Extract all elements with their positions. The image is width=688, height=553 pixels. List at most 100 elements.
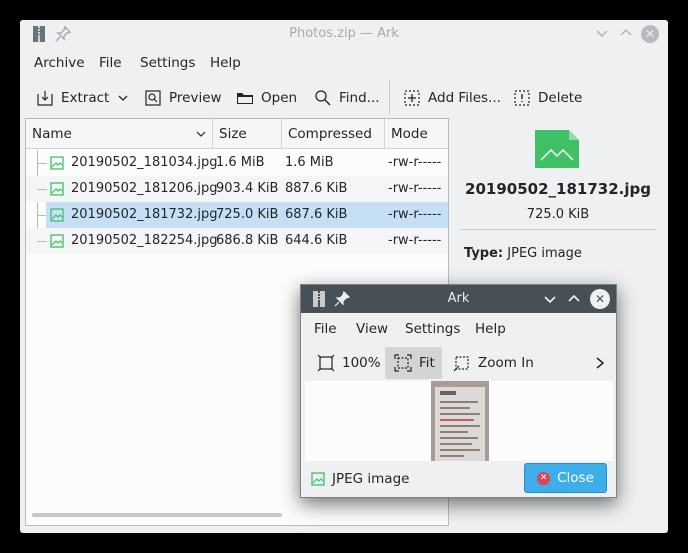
toolbar-overflow-button[interactable]	[594, 347, 613, 379]
main-titlebar[interactable]: Photos.zip — Ark ✕	[20, 20, 668, 48]
main-toolbar: Extract Preview Open Find... Add Files..…	[20, 80, 668, 116]
dialog-menu-settings[interactable]: Settings	[405, 321, 460, 337]
file-name: 20190502_182254.jpg	[71, 233, 218, 248]
extract-button[interactable]: Extract	[36, 86, 109, 110]
file-compressed: 687.6 KiB	[285, 207, 348, 222]
info-type: Type: JPEG image	[464, 246, 582, 261]
tree-branch	[37, 189, 47, 190]
dialog-titlebar[interactable]: Ark ✕	[301, 285, 616, 313]
file-size: 686.8 KiB	[216, 233, 279, 248]
open-button[interactable]: Open	[236, 86, 297, 110]
extract-label: Extract	[61, 90, 110, 106]
table-row-selected[interactable]: 20190502_181732.jpg 725.0 KiB 687.6 KiB …	[46, 202, 448, 228]
fit-button[interactable]: Fit	[385, 347, 442, 379]
chevron-right-icon	[596, 357, 605, 369]
file-name: 20190502_181206.jpg	[71, 181, 218, 196]
sort-chevron-icon	[196, 131, 206, 137]
close-button[interactable]: ✕ Close	[524, 463, 607, 493]
info-type-value: JPEG image	[507, 246, 582, 261]
toolbar-separator	[389, 80, 390, 114]
image-file-icon	[50, 208, 64, 222]
file-name: 20190502_181732.jpg	[71, 207, 218, 222]
image-preview-area[interactable]	[305, 381, 613, 461]
zoom-in-button[interactable]: Zoom In	[453, 347, 534, 379]
file-list-header: Name Size Compressed Mode	[26, 119, 448, 149]
photo-detail	[440, 443, 472, 445]
photo-detail	[440, 425, 480, 427]
image-file-icon	[535, 130, 579, 168]
menu-file[interactable]: File	[99, 55, 122, 71]
tree-branch	[37, 163, 47, 164]
preview-label: Preview	[169, 90, 222, 106]
dialog-footer: JPEG image ✕ Close	[301, 463, 616, 499]
zoom-original-icon	[317, 354, 335, 372]
preview-button[interactable]: Preview	[144, 86, 222, 110]
menu-archive[interactable]: Archive	[34, 55, 85, 71]
document-photo	[435, 387, 485, 461]
menu-help[interactable]: Help	[210, 55, 241, 71]
window-title: Photos.zip — Ark	[289, 26, 399, 41]
chevron-down-icon	[118, 95, 128, 101]
add-files-button[interactable]: Add Files...	[403, 86, 501, 110]
delete-label: Delete	[538, 90, 583, 106]
search-icon	[315, 90, 331, 106]
delete-button[interactable]: Delete	[513, 86, 582, 110]
column-header-name[interactable]: Name	[26, 119, 213, 149]
folder-open-icon	[237, 93, 253, 104]
info-file-name: 20190502_181732.jpg	[465, 180, 651, 198]
info-file-size: 725.0 KiB	[526, 207, 590, 222]
file-name: 20190502_181034.jpg	[71, 155, 218, 170]
table-row[interactable]: 20190502_182254.jpg 686.8 KiB 644.6 KiB …	[26, 228, 448, 254]
table-row[interactable]: 20190502_181034.jpg 1.6 MiB 1.6 MiB -rw-…	[26, 150, 448, 176]
image-file-icon	[50, 234, 64, 248]
file-size: 1.6 MiB	[216, 155, 265, 170]
file-mode: -rw-r-----	[388, 207, 442, 222]
image-file-icon	[311, 472, 325, 486]
info-divider	[460, 229, 656, 230]
open-label: Open	[261, 90, 298, 106]
file-compressed: 644.6 KiB	[285, 233, 348, 248]
dialog-menu-help[interactable]: Help	[475, 321, 506, 337]
horizontal-scrollbar[interactable]	[32, 513, 282, 517]
extract-dropdown-button[interactable]	[117, 86, 136, 110]
tree-branch	[37, 215, 46, 216]
photo-detail	[440, 401, 478, 403]
zoom-100-button[interactable]: 100%	[317, 347, 381, 379]
file-size: 725.0 KiB	[216, 207, 279, 222]
image-file-icon	[50, 156, 64, 170]
close-window-icon[interactable]: ✕	[641, 25, 659, 43]
column-header-size[interactable]: Size	[213, 119, 282, 149]
dialog-menubar: File View Settings Help	[301, 319, 616, 341]
photo-detail	[440, 455, 464, 457]
minimize-icon[interactable]	[594, 26, 610, 42]
photo-detail	[440, 437, 478, 439]
info-type-label: Type:	[464, 246, 504, 261]
maximize-icon[interactable]	[567, 292, 581, 306]
preview-dialog: Ark ✕ File View Settings Help 100% Fit Z…	[300, 284, 617, 498]
close-dialog-icon[interactable]: ✕	[590, 289, 610, 309]
file-type-indicator: JPEG image	[311, 471, 409, 487]
dialog-menu-view[interactable]: View	[356, 321, 388, 337]
menubar: Archive File Settings Help	[20, 50, 668, 78]
photo-detail	[440, 413, 480, 415]
delete-icon	[514, 90, 530, 106]
close-icon: ✕	[537, 471, 551, 485]
add-files-icon	[404, 90, 420, 106]
photo-detail	[440, 391, 456, 395]
maximize-icon[interactable]	[618, 26, 634, 42]
menu-settings[interactable]: Settings	[140, 55, 195, 71]
file-mode: -rw-r-----	[388, 155, 442, 170]
dialog-menu-file[interactable]: File	[314, 321, 337, 337]
tree-branch	[37, 241, 47, 242]
file-size: 903.4 KiB	[216, 181, 279, 196]
find-button[interactable]: Find...	[314, 86, 380, 110]
file-type-label: JPEG image	[332, 471, 410, 487]
column-header-mode[interactable]: Mode	[385, 119, 449, 149]
column-header-compressed[interactable]: Compressed	[282, 119, 385, 149]
file-compressed: 887.6 KiB	[285, 181, 348, 196]
minimize-icon[interactable]	[543, 292, 557, 306]
photo-detail	[440, 449, 480, 451]
photo-detail	[440, 407, 470, 409]
zoom-fit-icon	[394, 354, 412, 372]
table-row[interactable]: 20190502_181206.jpg 903.4 KiB 887.6 KiB …	[26, 176, 448, 202]
